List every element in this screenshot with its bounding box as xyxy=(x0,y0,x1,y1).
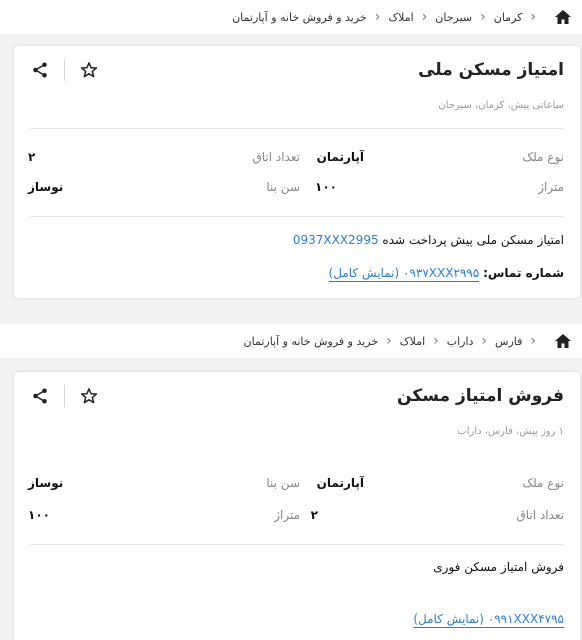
listing-actions xyxy=(28,384,101,408)
breadcrumb-item[interactable]: خرید و فروش خانه و آپارتمان xyxy=(232,11,367,24)
divider xyxy=(64,59,65,81)
detail-value: نوساز xyxy=(28,476,64,490)
detail-value: ۲ xyxy=(28,150,36,164)
star-icon[interactable] xyxy=(77,58,101,82)
star-icon[interactable] xyxy=(77,384,101,408)
listing-title: امتیاز مسکن ملی xyxy=(418,60,564,80)
home-icon[interactable] xyxy=(552,6,574,28)
listing-meta: ۱ روز پیش، فارس، داراب xyxy=(457,426,564,437)
divider xyxy=(64,385,65,407)
detail-value: ۱۰۰ xyxy=(315,180,337,194)
breadcrumb-item[interactable]: داراب xyxy=(447,335,474,348)
breadcrumb: ‹ فارس ‹ داراب ‹ املاک ‹ خرید و فروش خان… xyxy=(0,324,582,358)
breadcrumb-item[interactable]: املاک xyxy=(400,335,425,348)
detail-value: ۱۰۰ xyxy=(28,508,50,522)
detail-label: سن بنا xyxy=(266,476,300,490)
breadcrumb-item[interactable]: خرید و فروش خانه و آپارتمان xyxy=(244,335,379,348)
divider xyxy=(30,544,564,545)
chevron-left-icon: ‹ xyxy=(480,9,486,25)
chevron-left-icon: ‹ xyxy=(530,9,536,25)
contact-phone-link[interactable]: ۰۹۹۱XXX۴۷۹۵ (نمایش کامل) xyxy=(413,612,564,628)
chevron-left-icon: ‹ xyxy=(374,9,381,25)
contact-label: شماره تماس: xyxy=(483,266,564,280)
divider xyxy=(30,128,564,129)
chevron-left-icon: ‹ xyxy=(530,333,536,349)
home-icon[interactable] xyxy=(552,330,574,352)
contact-row: ۰۹۹۱XXX۴۷۹۵ (نمایش کامل) xyxy=(413,612,564,628)
contact-row: شماره تماس: ۰۹۳۷XXX۲۹۹۵ (نمایش کامل) xyxy=(328,266,564,282)
listing-card: امتیاز مسکن ملی ساعاتی پیش، کرمان، سیرجا… xyxy=(14,46,580,298)
detail-value: آپارتمان xyxy=(316,476,364,490)
divider xyxy=(30,216,564,217)
breadcrumb-item[interactable]: املاک xyxy=(388,11,413,24)
chevron-left-icon: ‹ xyxy=(481,333,488,349)
description-text: امتیاز مسکن ملی پیش پرداخت شده xyxy=(382,233,564,247)
listing-meta: ساعاتی پیش، کرمان، سیرجان xyxy=(438,100,564,111)
chevron-left-icon: ‹ xyxy=(433,333,439,349)
breadcrumb-item[interactable]: سیرجان xyxy=(435,11,472,24)
detail-value: ۲ xyxy=(310,508,318,522)
listing-card: فروش امتیاز مسکن ۱ روز پیش، فارس، داراب … xyxy=(14,372,580,640)
share-icon[interactable] xyxy=(28,58,52,82)
breadcrumb-item[interactable]: کرمان xyxy=(494,11,523,24)
detail-value: آپارتمان xyxy=(316,150,364,164)
contact-phone-link[interactable]: ۰۹۳۷XXX۲۹۹۵ (نمایش کامل) xyxy=(328,266,480,282)
detail-value: نوساز xyxy=(28,180,64,194)
detail-label: تعداد اتاق xyxy=(252,150,300,164)
breadcrumb: ‹ کرمان ‹ سیرجان ‹ املاک ‹ خرید و فروش خ… xyxy=(0,0,582,34)
listing-title: فروش امتیاز مسکن xyxy=(397,386,564,406)
share-icon[interactable] xyxy=(28,384,52,408)
listing-actions xyxy=(28,58,101,82)
listing-description: امتیاز مسکن ملی پیش پرداخت شده 0937XXX29… xyxy=(293,233,564,247)
detail-label: متراژ xyxy=(538,180,564,194)
detail-label: سن بنا xyxy=(266,180,300,194)
detail-label: متراژ xyxy=(274,508,300,522)
breadcrumb-item[interactable]: فارس xyxy=(495,335,522,348)
listing-description: فروش امتیاز مسکن فوری xyxy=(433,560,564,574)
chevron-left-icon: ‹ xyxy=(421,9,428,25)
chevron-left-icon: ‹ xyxy=(386,333,392,349)
detail-label: نوع ملک xyxy=(522,476,564,490)
detail-label: نوع ملک xyxy=(522,150,564,164)
detail-label: تعداد اتاق xyxy=(516,508,564,522)
description-phone[interactable]: 0937XXX2995 xyxy=(293,233,379,247)
